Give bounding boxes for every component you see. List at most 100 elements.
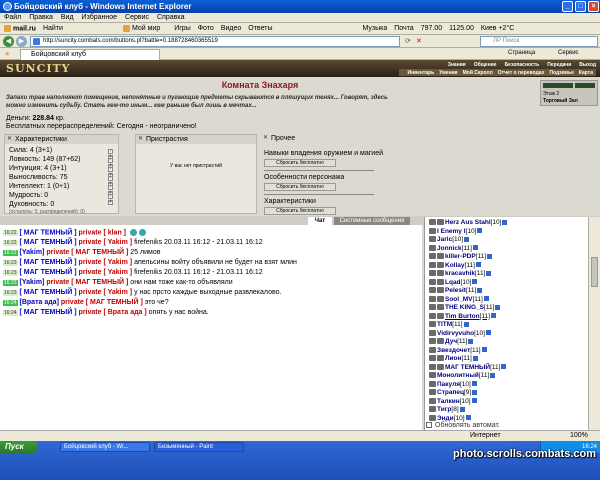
- maximize-button[interactable]: □: [575, 1, 586, 12]
- favorites-star-icon[interactable]: ★: [4, 50, 10, 58]
- other-header: ✕ Прочее: [263, 135, 296, 142]
- link-mail[interactable]: Почта: [394, 25, 413, 32]
- user-item[interactable]: Pelesit[11]: [429, 287, 483, 294]
- user-item[interactable]: МАГ ТЕМНЫЙ[11]: [429, 364, 507, 371]
- user-item[interactable]: Jonnick[11]: [429, 245, 478, 252]
- auto-refresh-option[interactable]: Обновлять автомат.: [426, 422, 500, 429]
- reset-features-button[interactable]: Сбросить бесплатно: [264, 183, 336, 191]
- reset-weapons-button[interactable]: Сбросить бесплатно: [264, 159, 336, 167]
- user-item[interactable]: Дуч[11]: [429, 338, 474, 345]
- user-item[interactable]: Vidirvyvuho[10]: [429, 330, 491, 337]
- reset-stats-button[interactable]: Сбросить бесплатно: [264, 207, 336, 215]
- menu-tools[interactable]: Сервис: [125, 14, 149, 21]
- user-item[interactable]: Лион[11]: [429, 355, 478, 362]
- user-item[interactable]: Tim Burton[11]: [429, 313, 496, 320]
- page-content: SUNCITY Знания Общение Безопасность Пере…: [0, 60, 600, 430]
- refresh-icon[interactable]: ⟳: [405, 37, 411, 45]
- nav-communication[interactable]: Общение: [474, 62, 497, 68]
- nav-underground[interactable]: Подземье: [549, 70, 574, 76]
- user-item[interactable]: Энди[10]: [429, 415, 471, 422]
- nav-exit[interactable]: Выход: [579, 62, 596, 68]
- task-paint[interactable]: Безымянный - Paint: [154, 442, 244, 452]
- info-icon: [472, 389, 478, 395]
- user-item[interactable]: Sool_MV[11]: [429, 296, 489, 303]
- tab-system-messages[interactable]: Системные сообщения: [334, 217, 410, 225]
- nav-map[interactable]: Карта: [579, 70, 593, 76]
- expand-icon[interactable]: ✕: [138, 136, 144, 142]
- user-item[interactable]: Звездочет[11]: [429, 347, 487, 354]
- info-icon: [475, 262, 481, 268]
- address-toolbar: ◀ ▶ http://suncity.combats.com/buttons.p…: [0, 35, 600, 48]
- nav-security[interactable]: Безопасность: [505, 62, 540, 68]
- address-field[interactable]: http://suncity.combats.com/buttons.pl?ba…: [30, 36, 400, 47]
- stat-adjust-wisdom[interactable]: -+: [108, 193, 118, 205]
- link-photo[interactable]: Фото: [198, 25, 214, 32]
- stat-strength: Сила: 4 (3+1): [9, 147, 53, 154]
- chat-message: 16:22[ МАГ ТЕМНЫЙ ] private [ Yakim ] fi…: [3, 239, 263, 246]
- user-list-scrollbar[interactable]: [588, 217, 600, 430]
- info-icon: [502, 219, 508, 225]
- user-item[interactable]: killer-PDP[11]: [429, 253, 493, 260]
- expand-icon[interactable]: ✕: [7, 136, 13, 142]
- menu-favorites[interactable]: Избранное: [82, 14, 117, 21]
- link-music[interactable]: Музыка: [362, 25, 387, 32]
- tools-menu[interactable]: Сервис: [558, 50, 579, 56]
- tab-chat[interactable]: Чат: [308, 217, 332, 225]
- task-ie[interactable]: Бойцовский клуб - Wi...: [60, 442, 150, 452]
- menu-view[interactable]: Вид: [61, 14, 74, 21]
- link-mailru[interactable]: mail.ru: [4, 24, 36, 32]
- user-item[interactable]: Талкин[10]: [429, 398, 477, 405]
- link-video[interactable]: Видео: [221, 25, 241, 32]
- myworld-icon: [122, 24, 130, 32]
- user-item[interactable]: Страпец[9]: [429, 389, 478, 396]
- tab-active[interactable]: Бойцовский клуб: [20, 49, 160, 60]
- reset-stats-title: Характеристики: [264, 198, 316, 205]
- stop-icon[interactable]: ✕: [416, 37, 422, 45]
- nav-transfers[interactable]: Передачи: [547, 62, 571, 68]
- nav-scroll[interactable]: Мой Скролл: [463, 70, 493, 76]
- info-icon: [486, 270, 492, 276]
- menu-edit[interactable]: Правка: [29, 14, 53, 21]
- menu-file[interactable]: Файл: [4, 14, 21, 21]
- link-games[interactable]: Игры: [174, 25, 191, 32]
- stat-endurance: Выносливость: 75: [9, 174, 68, 181]
- page-menu[interactable]: Страница: [508, 50, 535, 56]
- forward-button[interactable]: ▶: [16, 36, 27, 47]
- zoom-level[interactable]: 100%: [570, 432, 588, 439]
- checkbox[interactable]: [426, 422, 432, 429]
- user-item[interactable]: Kollay[11]: [429, 262, 481, 269]
- expand-icon[interactable]: ✕: [263, 135, 269, 141]
- user-item[interactable]: Тигр[8]: [429, 406, 465, 413]
- nav-knowledge[interactable]: Знания: [448, 62, 466, 68]
- info-icon: [471, 381, 477, 387]
- chat-message: 16:24 [Врата ада] private [ МАГ ТЕМНЫЙ ] …: [3, 299, 169, 306]
- user-item[interactable]: kracavhik[11]: [429, 270, 492, 277]
- nav-inventory[interactable]: Инвентарь: [407, 70, 434, 76]
- user-item[interactable]: Lqad[10]: [429, 279, 478, 286]
- start-button[interactable]: Пуск: [0, 441, 38, 453]
- site-logo[interactable]: SUNCITY: [6, 62, 71, 75]
- link-myworld[interactable]: Мой мир: [122, 24, 167, 32]
- user-item[interactable]: Herz Aus Stahl[10]: [429, 219, 508, 226]
- menu-help[interactable]: Справка: [157, 14, 184, 21]
- minimize-button[interactable]: _: [562, 1, 573, 12]
- location-button-2[interactable]: [575, 83, 595, 88]
- close-button[interactable]: ×: [588, 1, 599, 12]
- user-item[interactable]: Jarlc[10]: [429, 236, 470, 243]
- user-item[interactable]: Монолитный[11]: [429, 372, 496, 379]
- info-icon: [472, 279, 478, 285]
- back-button[interactable]: ◀: [3, 36, 14, 47]
- nav-skills[interactable]: Умения: [439, 70, 457, 76]
- user-item[interactable]: TITM[11]: [429, 321, 469, 328]
- user-item[interactable]: THE KING_S[11]: [429, 304, 501, 311]
- link-search[interactable]: Найти: [43, 25, 63, 32]
- link-answers[interactable]: Ответы: [248, 25, 272, 32]
- user-item[interactable]: I Enemy I[10]: [429, 228, 483, 235]
- search-input[interactable]: ЛР Поиск: [480, 36, 598, 47]
- user-item[interactable]: Пакуля[10]: [429, 381, 477, 388]
- nav-transfer-report[interactable]: Отчет о переводах: [498, 70, 545, 76]
- site-nav-top: Знания Общение Безопасность Передачи Вых…: [440, 61, 596, 68]
- location-button-1[interactable]: [543, 83, 573, 88]
- location-hall[interactable]: Торговый Зал: [543, 98, 578, 104]
- scrollbar-thumb[interactable]: [591, 257, 598, 287]
